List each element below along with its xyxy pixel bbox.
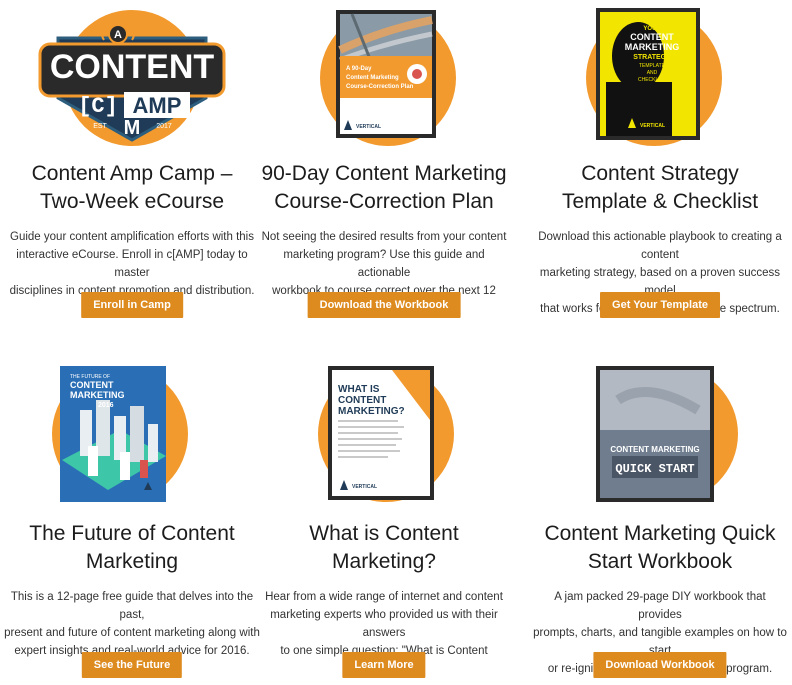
card-title: Content Marketing Quick Start Workbook [528, 520, 792, 576]
card-desc-line1: This is a 12-page free guide that delves… [10, 591, 254, 621]
see-the-future-button[interactable]: See the Future [81, 652, 183, 678]
card-desc-line2: interactive eCourse. Enroll in c[AMP] to… [16, 249, 248, 279]
logo-a-badge: A [114, 29, 122, 41]
learn-more-button[interactable]: Learn More [342, 652, 426, 678]
card-desc-line1: Hear from a wide range of internet and c… [265, 591, 503, 603]
card-desc-line1: Guide your content amplification efforts… [10, 231, 254, 243]
card-title-line2: Template & Checklist [561, 190, 759, 213]
card-title-line2: Course-Correction Plan [274, 190, 494, 213]
card-title-line1: 90-Day Content Marketing [261, 162, 507, 185]
cover-line2: Content Marketing [346, 75, 399, 81]
cover-line1: WHAT IS [338, 384, 380, 395]
logo-mark: M [124, 117, 141, 139]
workbook-cover[interactable]: A 90-Day Content Marketing Course-Correc… [252, 0, 516, 150]
cover-line3: MARKETING? [338, 406, 405, 417]
card-title: 90-Day Content Marketing Course-Correcti… [252, 160, 516, 216]
card-description: Guide your content amplification efforts… [4, 228, 260, 300]
cover-line1: A 90-Day [346, 66, 372, 72]
card-art: A 90-Day Content Marketing Course-Correc… [252, 0, 516, 150]
cover-line2: CONTENT [630, 32, 674, 42]
card-title-line1: Content Amp Camp – [31, 162, 233, 185]
card-desc-line1: A jam packed 29-page DIY workbook that p… [554, 591, 766, 621]
what-is-cover[interactable]: WHAT IS CONTENT MARKETING? VERTICAL [252, 360, 516, 510]
card-desc-line1: Download this actionable playbook to cre… [538, 231, 782, 261]
cover-line7: CHECKLIST [638, 77, 666, 83]
logo-est: EST [93, 123, 107, 130]
cover-line3: MARKETING [70, 390, 125, 400]
cover-line1: CONTENT MARKETING [610, 445, 699, 454]
card-art: CONTENT MARKETING QUICK START [528, 360, 792, 510]
logo-content-text: CONTENT [50, 48, 215, 86]
download-workbook-button[interactable]: Download Workbook [593, 652, 727, 678]
card-title: What is Content Marketing? [252, 520, 516, 576]
quick-start-cover[interactable]: CONTENT MARKETING QUICK START [528, 360, 792, 510]
logo-year: 2017 [156, 123, 172, 130]
cover-brand: VERTICAL [640, 123, 665, 129]
card-title: Content Amp Camp – Two-Week eCourse [0, 160, 264, 216]
template-cover[interactable]: YOUR CONTENT MARKETING STRATEGY TEMPLATE… [528, 0, 792, 150]
cover-line2: QUICK START [615, 462, 694, 476]
cover-brand: VERTICAL [356, 124, 381, 130]
logo-amp-text: AMP [133, 93, 182, 118]
card-title: Content Strategy Template & Checklist [528, 160, 792, 216]
cover-line6: AND [647, 70, 658, 76]
card-title-line2: Start Workbook [587, 550, 733, 573]
download-the-workbook-button[interactable]: Download the Workbook [307, 292, 461, 318]
card-title: The Future of Content Marketing [0, 520, 264, 576]
card-title-line2: Marketing [85, 550, 179, 573]
cover-line2: CONTENT [70, 380, 114, 390]
card-title-line1: Content Marketing Quick [544, 522, 776, 545]
card-desc-line2: marketing experts who provided us with t… [270, 609, 498, 639]
content-amp-logo[interactable]: CONTENT A [C] AMP EST 2017 M [0, 0, 264, 150]
get-your-template-button[interactable]: Get Your Template [600, 292, 720, 318]
card-desc-line2: marketing program? Use this guide and ac… [283, 249, 485, 279]
cover-line4: 2016 [98, 402, 114, 409]
future-cover[interactable]: THE FUTURE OF CONTENT MARKETING 2016 [0, 360, 264, 510]
card-art: CONTENT A [C] AMP EST 2017 M [0, 0, 264, 150]
cover-line3: MARKETING [625, 42, 680, 52]
logo-bracket-text: [C] [78, 94, 118, 119]
card-art: WHAT IS CONTENT MARKETING? VERTICAL [252, 360, 516, 510]
cover-line3: Course-Correction Plan [346, 84, 414, 90]
cover-line5: TEMPLATE [639, 63, 666, 69]
card-description: This is a 12-page free guide that delves… [4, 588, 260, 660]
card-title-line1: What is Content [309, 522, 459, 545]
card-desc-line2: present and future of content marketing … [4, 627, 260, 639]
card-title-line2: Two-Week eCourse [39, 190, 225, 213]
cover-brand: VERTICAL [352, 484, 377, 490]
card-title-line1: Content Strategy [581, 162, 739, 185]
card-art: YOUR CONTENT MARKETING STRATEGY TEMPLATE… [528, 0, 792, 150]
card-art: THE FUTURE OF CONTENT MARKETING 2016 [0, 360, 264, 510]
cover-line2: CONTENT [338, 395, 386, 406]
enroll-in-camp-button[interactable]: Enroll in Camp [81, 292, 183, 318]
card-desc-line1: Not seeing the desired results from your… [261, 231, 507, 243]
card-title-line1: The Future of Content [29, 522, 235, 545]
card-title-line2: Marketing? [332, 550, 436, 573]
cover-line4: STRATEGY [633, 54, 671, 61]
